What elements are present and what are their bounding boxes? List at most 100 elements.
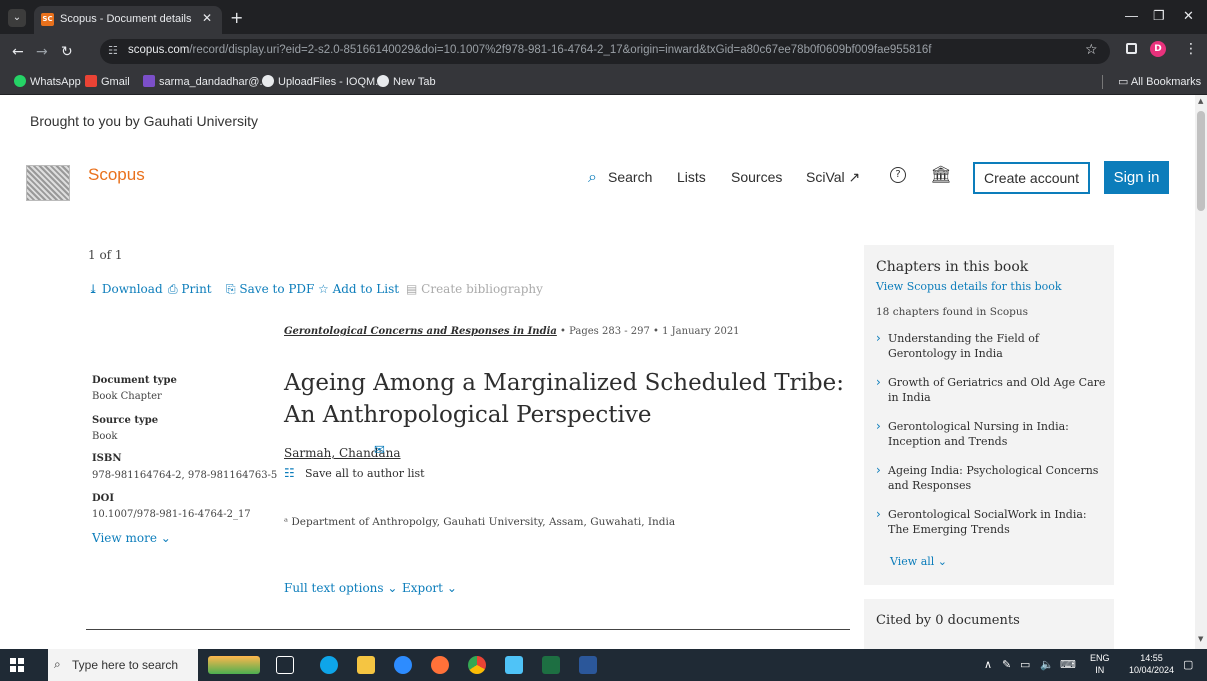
create-account-button[interactable]: Create account xyxy=(973,162,1090,194)
tab-search-icon[interactable]: ⌄ xyxy=(8,9,26,27)
download-link[interactable]: ⤓ Download xyxy=(88,282,163,296)
bookmark-star-icon[interactable]: ☆ xyxy=(1085,42,1098,58)
scopus-favicon-icon: SC xyxy=(41,13,54,26)
side-panel-icon[interactable] xyxy=(1126,43,1137,54)
forward-icon[interactable]: → xyxy=(36,44,48,60)
nav-sources[interactable]: Sources xyxy=(731,169,782,185)
bookmark-sarma[interactable]: sarma_dandadhar@... xyxy=(143,75,269,88)
search-icon[interactable]: ⌕ xyxy=(588,167,597,187)
battery-icon[interactable]: ▭ xyxy=(1020,658,1030,671)
chevron-right-icon: › xyxy=(876,507,881,521)
affiliation: ᵃ Department of Anthropolgy, Gauhati Uni… xyxy=(284,516,676,528)
bookmark-uploadfiles[interactable]: UploadFiles - IOQM... xyxy=(262,75,384,88)
restore-icon[interactable]: ❐ xyxy=(1153,8,1165,24)
view-book-details-link[interactable]: View Scopus details for this book xyxy=(876,280,1062,293)
edge-icon[interactable] xyxy=(320,656,338,674)
url-text[interactable]: scopus.com/record/display.uri?eid=2-s2.0… xyxy=(128,44,978,56)
doc-type-label: Document type xyxy=(92,375,177,386)
export-button[interactable]: Export ⌄ xyxy=(402,581,457,595)
active-tab[interactable]: SC Scopus - Document details - Ag ✕ xyxy=(34,6,222,34)
print-link[interactable]: ⎙ Print xyxy=(168,282,212,297)
language-indicator[interactable]: ENG IN xyxy=(1090,652,1110,676)
page-scrollbar[interactable]: ▲ ▼ xyxy=(1195,95,1207,649)
institution-icon[interactable]: 🏛 xyxy=(930,165,952,185)
volume-icon[interactable]: 🔈 xyxy=(1040,658,1054,671)
page-content: Brought to you by Gauhati University Sco… xyxy=(0,95,1195,649)
task-view-icon[interactable] xyxy=(276,656,294,674)
all-bookmarks[interactable]: ▭ All Bookmarks xyxy=(1118,75,1201,88)
scroll-up-icon[interactable]: ▲ xyxy=(1198,97,1203,105)
doi-label: DOI xyxy=(92,493,115,504)
word-icon[interactable] xyxy=(579,656,597,674)
taskbar-search-placeholder: Type here to search xyxy=(72,658,179,672)
address-bar[interactable]: ☷ scopus.com/record/display.uri?eid=2-s2… xyxy=(100,39,1110,64)
reload-icon[interactable]: ↻ xyxy=(61,44,73,60)
sign-in-button[interactable]: Sign in xyxy=(1104,161,1169,194)
pdf-icon: ⎘ xyxy=(226,282,240,296)
chevron-right-icon: › xyxy=(876,331,881,345)
chevron-right-icon: › xyxy=(876,419,881,433)
bookmark-newtab[interactable]: New Tab xyxy=(377,75,436,88)
cited-by-panel: Cited by 0 documents xyxy=(864,599,1114,649)
author-list-icon[interactable]: ☷ xyxy=(284,466,295,480)
view-more-link[interactable]: View more ⌄ xyxy=(92,531,171,545)
add-list-link[interactable]: ☆ Add to List xyxy=(318,282,399,296)
weather-widget-icon[interactable] xyxy=(208,656,260,674)
tab-title: Scopus - Document details - Ag xyxy=(60,13,195,25)
tab-strip: ⌄ SC Scopus - Document details - Ag ✕ + … xyxy=(0,0,1207,34)
source-title-link[interactable]: Gerontological Concerns and Responses in… xyxy=(284,326,557,337)
excel-icon[interactable] xyxy=(542,656,560,674)
folder-icon: ▭ xyxy=(1118,76,1131,88)
whatsapp-icon xyxy=(14,75,26,87)
help-icon[interactable]: ? xyxy=(890,167,906,183)
print-icon: ⎙ xyxy=(168,282,182,296)
nav-lists[interactable]: Lists xyxy=(677,169,706,185)
chapters-found-text: 18 chapters found in Scopus xyxy=(876,306,1029,318)
create-bibliography-link[interactable]: ▤ Create bibliography xyxy=(406,282,543,296)
keyboard-icon[interactable]: ⌨ xyxy=(1060,658,1076,671)
pen-icon[interactable]: ✎ xyxy=(1002,658,1011,671)
star-icon: ☆ xyxy=(318,282,333,296)
minimize-icon[interactable]: — xyxy=(1125,8,1138,23)
zoom-icon[interactable] xyxy=(394,656,412,674)
search-icon: ⌕ xyxy=(54,657,61,671)
browser-toolbar: ← → ↻ ☷ scopus.com/record/display.uri?ei… xyxy=(0,34,1207,70)
view-all-chapters-link[interactable]: View all ⌄ xyxy=(890,555,947,568)
chevron-right-icon: › xyxy=(876,375,881,389)
email-icon[interactable]: ✉ xyxy=(374,443,385,458)
scroll-down-icon[interactable]: ▼ xyxy=(1198,635,1203,643)
firefox-icon[interactable] xyxy=(431,656,449,674)
scroll-thumb[interactable] xyxy=(1197,111,1205,211)
app-icon[interactable] xyxy=(505,656,523,674)
back-icon[interactable]: ← xyxy=(12,44,24,60)
taskbar-search-box[interactable]: ⌕ Type here to search xyxy=(48,649,198,681)
elsevier-logo[interactable] xyxy=(26,165,70,201)
bookmark-whatsapp[interactable]: WhatsApp xyxy=(14,75,81,88)
clock[interactable]: 14:55 10/04/2024 xyxy=(1129,652,1174,676)
chevron-down-icon: ⌄ xyxy=(156,531,171,545)
bookmarks-bar: WhatsApp Gmail sarma_dandadhar@... Uploa… xyxy=(0,70,1207,95)
isbn-label: ISBN xyxy=(92,453,122,464)
download-icon: ⤓ xyxy=(88,282,102,296)
cited-by-title: Cited by 0 documents xyxy=(876,613,1020,628)
save-author-list-link[interactable]: Save all to author list xyxy=(305,467,425,480)
bookmark-gmail[interactable]: Gmail xyxy=(85,75,130,88)
notifications-icon[interactable]: ▢ xyxy=(1183,658,1193,671)
source-line: Gerontological Concerns and Responses in… xyxy=(284,326,740,337)
nav-search[interactable]: Search xyxy=(608,169,652,185)
full-text-options-button[interactable]: Full text options ⌄ xyxy=(284,581,397,595)
new-tab-icon[interactable]: + xyxy=(230,8,243,27)
chrome-icon[interactable] xyxy=(468,656,486,674)
tab-close-icon[interactable]: ✕ xyxy=(202,11,212,25)
site-info-icon[interactable]: ☷ xyxy=(108,44,118,57)
scopus-brand[interactable]: Scopus xyxy=(88,165,145,185)
nav-scival[interactable]: SciVal ↗ xyxy=(806,169,860,186)
tray-chevron-icon[interactable]: ∧ xyxy=(984,658,992,671)
profile-avatar[interactable]: D xyxy=(1150,41,1166,57)
brought-by-text: Brought to you by Gauhati University xyxy=(30,113,259,129)
windows-start-icon[interactable] xyxy=(10,658,24,672)
browser-menu-icon[interactable]: ⋮ xyxy=(1184,41,1198,57)
save-pdf-link[interactable]: ⎘ Save to PDF xyxy=(226,282,314,297)
close-window-icon[interactable]: ✕ xyxy=(1183,8,1194,24)
file-explorer-icon[interactable] xyxy=(357,656,375,674)
